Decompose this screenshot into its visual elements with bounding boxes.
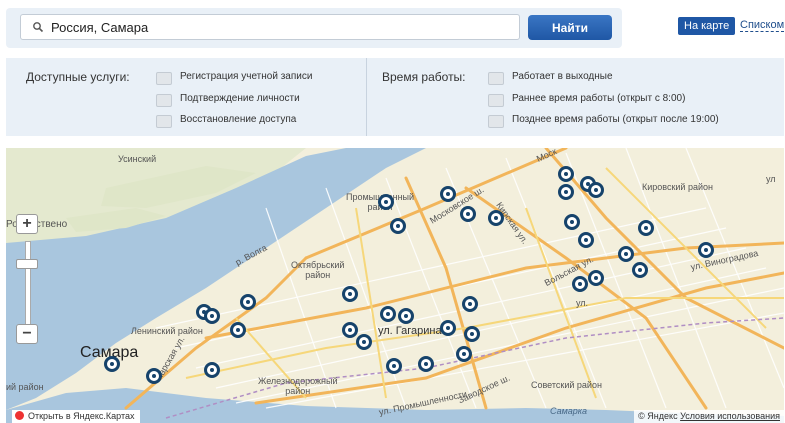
checkbox[interactable]: [156, 115, 172, 128]
map-label-zheleznodorozhny: Железнодорожный район: [258, 376, 338, 396]
office-marker[interactable]: [618, 246, 634, 262]
map-label-samarka: Самарка: [550, 406, 588, 416]
office-marker[interactable]: [386, 358, 402, 374]
check-label: Восстановление доступа: [180, 114, 297, 125]
terms-link[interactable]: Условия использования: [680, 411, 780, 421]
office-marker[interactable]: [564, 214, 580, 230]
check-label: Работает в выходные: [512, 71, 613, 82]
office-marker[interactable]: [342, 322, 358, 338]
office-marker[interactable]: [588, 182, 604, 198]
check-label: Раннее время работы (открыт с 8:00): [512, 93, 686, 104]
map-label-street: ул.: [576, 298, 589, 308]
map-label-oktyabrsky: Октябрьский район: [291, 260, 345, 280]
office-marker[interactable]: [456, 346, 472, 362]
office-marker[interactable]: [464, 326, 480, 342]
office-marker[interactable]: [698, 242, 714, 258]
zoom-out-button[interactable]: −: [16, 324, 38, 344]
office-marker[interactable]: [204, 308, 220, 324]
checkbox[interactable]: [156, 72, 172, 85]
map-pin-icon: [15, 411, 24, 420]
office-marker[interactable]: [460, 206, 476, 222]
map[interactable]: Усинский Рождествено р. Волга Промышленн…: [6, 148, 784, 423]
office-marker[interactable]: [572, 276, 588, 292]
zoom-slider-track[interactable]: [25, 241, 31, 325]
search-box[interactable]: [20, 14, 520, 40]
map-label-leninsky: Ленинский район: [131, 326, 203, 336]
map-label-usinsky: Усинский: [118, 154, 157, 164]
office-marker[interactable]: [578, 232, 594, 248]
zoom-slider-thumb[interactable]: [16, 259, 38, 269]
copyright: © Яндекс Условия использования: [634, 410, 784, 423]
map-label-sovetsky: Советский район: [531, 380, 602, 390]
find-button[interactable]: Найти: [528, 15, 612, 40]
map-label-ul: ул: [766, 174, 776, 184]
view-list-link[interactable]: Списком: [740, 19, 785, 32]
office-marker[interactable]: [632, 262, 648, 278]
services-title: Доступные услуги:: [26, 70, 130, 84]
office-marker[interactable]: [356, 334, 372, 350]
check-label: Подтверждение личности: [180, 93, 300, 104]
open-in-yandex-link[interactable]: Открыть в Яндекс.Картах: [12, 410, 141, 423]
office-marker[interactable]: [398, 308, 414, 324]
checkbox[interactable]: [488, 72, 504, 85]
office-marker[interactable]: [204, 362, 220, 378]
open-in-yandex-label: Открыть в Яндекс.Картах: [28, 411, 135, 421]
office-marker[interactable]: [378, 194, 394, 210]
checkbox[interactable]: [488, 115, 504, 128]
search-icon: [33, 22, 44, 33]
office-marker[interactable]: [462, 296, 478, 312]
check-label: Регистрация учетной записи: [180, 71, 313, 82]
zoom-in-button[interactable]: +: [16, 214, 38, 234]
filters-panel: Доступные услуги: Регистрация учетной за…: [6, 58, 784, 136]
copyright-text: © Яндекс: [638, 411, 678, 421]
hours-title: Время работы:: [382, 70, 466, 84]
office-marker[interactable]: [440, 186, 456, 202]
office-marker[interactable]: [104, 356, 120, 372]
office-marker[interactable]: [146, 368, 162, 384]
office-marker[interactable]: [638, 220, 654, 236]
office-marker[interactable]: [390, 218, 406, 234]
office-marker[interactable]: [342, 286, 358, 302]
office-marker[interactable]: [418, 356, 434, 372]
office-marker[interactable]: [230, 322, 246, 338]
view-map-button[interactable]: На карте: [678, 17, 736, 35]
search-input[interactable]: [51, 15, 511, 39]
office-marker[interactable]: [488, 210, 504, 226]
checkbox[interactable]: [488, 94, 504, 107]
search-panel: Найти: [6, 8, 622, 48]
office-marker[interactable]: [558, 184, 574, 200]
divider: [366, 58, 367, 136]
office-marker[interactable]: [440, 320, 456, 336]
office-marker[interactable]: [588, 270, 604, 286]
map-label-kuibyshevsky: ий район: [6, 382, 44, 392]
map-label-gagarina: ул. Гагарина: [378, 325, 442, 337]
checkbox[interactable]: [156, 94, 172, 107]
check-label: Позднее время работы (открыт после 19:00…: [512, 114, 719, 125]
office-marker[interactable]: [380, 306, 396, 322]
office-marker[interactable]: [558, 166, 574, 182]
office-marker[interactable]: [240, 294, 256, 310]
map-label-kirovsky: Кировский район: [642, 182, 713, 192]
